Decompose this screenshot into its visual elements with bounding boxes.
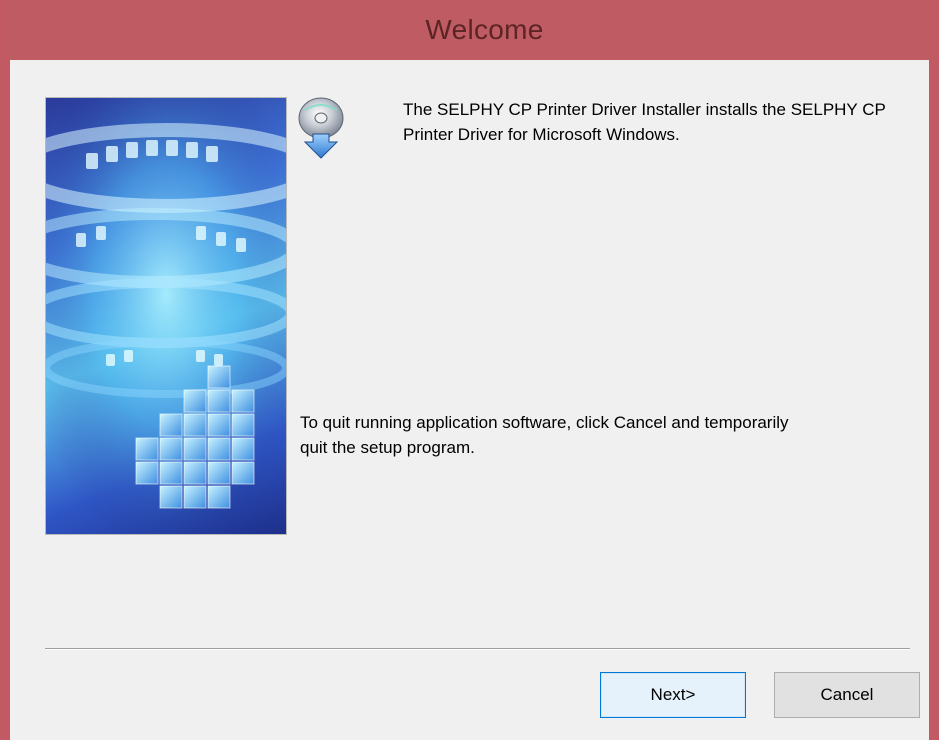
- next-button[interactable]: Next>: [600, 672, 746, 718]
- quit-instructions: To quit running application software, cl…: [300, 413, 789, 457]
- window-title: Welcome: [425, 14, 544, 45]
- button-separator: [45, 648, 910, 650]
- intro-message: The SELPHY CP Printer Driver Installer i…: [403, 100, 886, 144]
- banner-image: [45, 97, 287, 535]
- cancel-button[interactable]: Cancel: [774, 672, 920, 718]
- cd-install-icon: [295, 96, 347, 160]
- dialog-client-area: The SELPHY CP Printer Driver Installer i…: [10, 60, 929, 740]
- installer-window: Welcome The SELPHY CP Printer Driver Ins…: [0, 0, 939, 740]
- title-bar[interactable]: Welcome: [10, 0, 929, 60]
- banner-art-icon: [46, 98, 286, 534]
